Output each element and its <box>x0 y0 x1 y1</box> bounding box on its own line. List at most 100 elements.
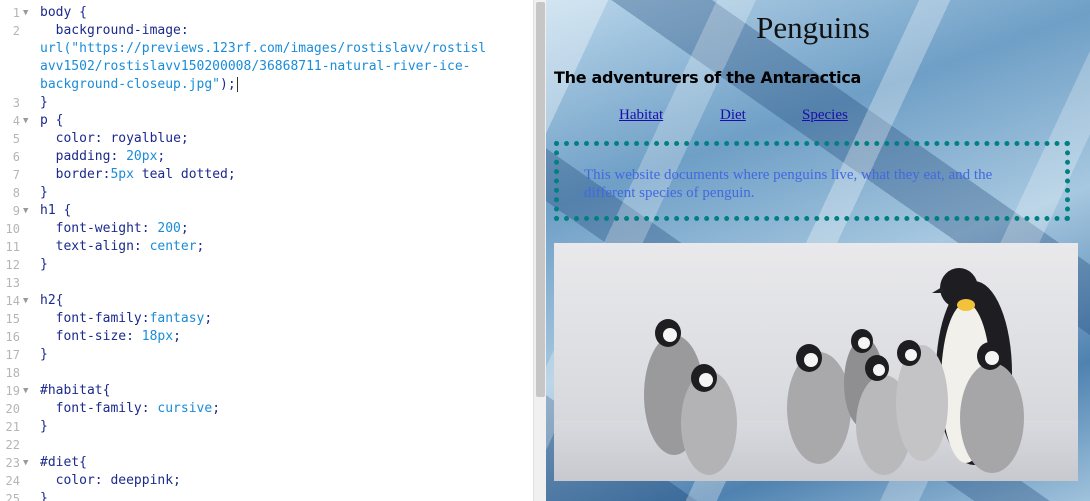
nav-link-habitat[interactable]: Habitat <box>619 107 663 124</box>
code-line[interactable]: 11 text-align: center; <box>0 238 533 256</box>
code-token: center <box>149 239 197 254</box>
line-number: 18 <box>5 366 20 380</box>
code-line[interactable]: 9 ▼ h1 { <box>0 202 533 220</box>
editor-scrollbar[interactable] <box>533 0 547 501</box>
page-title: Penguins <box>756 10 870 45</box>
text-caret <box>236 77 238 92</box>
code-token: text-align: <box>40 239 150 254</box>
code-text: background-image: <box>40 22 189 40</box>
code-token: font-size: <box>40 329 142 344</box>
line-number: 17 <box>5 348 20 362</box>
fold-arrow-icon[interactable]: ▼ <box>23 4 28 22</box>
code-token: background-image: <box>40 23 189 38</box>
code-line[interactable]: 1 ▼ body { <box>0 4 533 22</box>
code-line[interactable]: 2 background-image: <box>0 22 533 40</box>
code-text: } <box>40 256 48 274</box>
code-line[interactable]: 16 font-size: 18px; <box>0 328 533 346</box>
code-token: ; <box>196 239 205 254</box>
code-token: font-family: <box>40 311 150 326</box>
code-token: color: <box>40 131 111 146</box>
code-text: p { <box>40 112 63 130</box>
scrollbar-thumb[interactable] <box>536 2 545 397</box>
code-token: ; <box>157 149 166 164</box>
line-number: 6 <box>12 150 20 164</box>
code-token: 20px <box>126 149 158 164</box>
code-line[interactable]: background-closeup.jpg"); <box>0 76 533 94</box>
line-number: 24 <box>5 474 20 488</box>
code-line[interactable]: 23 ▼ #diet{ <box>0 454 533 472</box>
code-line[interactable]: 13 <box>0 274 533 292</box>
code-line[interactable]: 19 ▼ #habitat{ <box>0 382 533 400</box>
fold-arrow-icon[interactable]: ▼ <box>23 292 28 310</box>
code-token: teal dotted; <box>133 167 236 182</box>
code-text: font-family: cursive; <box>40 400 220 418</box>
line-number: 11 <box>5 240 20 254</box>
css-editor[interactable]: 1 ▼ body {2 background-image: url("https://… <box>0 0 533 501</box>
nav-link-species[interactable]: Species <box>802 107 848 124</box>
code-token: ; <box>180 221 189 236</box>
code-text: border:5px teal dotted; <box>40 166 236 184</box>
code-token: ; <box>204 311 213 326</box>
code-line[interactable]: 10 font-weight: 200; <box>0 220 533 238</box>
code-token: p { <box>40 113 64 128</box>
code-token: font-family: <box>40 401 158 416</box>
line-number: 25 <box>5 492 20 501</box>
code-text: font-weight: 200; <box>40 220 189 238</box>
code-token: } <box>40 257 48 272</box>
code-line[interactable]: 25} <box>0 490 533 501</box>
code-token: 5px <box>110 167 134 182</box>
code-text: avv1502/rostislavv150200008/36868711-nat… <box>40 58 470 76</box>
code-text: #habitat{ <box>40 382 110 400</box>
line-number: 14 <box>5 294 20 308</box>
code-line[interactable]: 21} <box>0 418 533 436</box>
code-token: ; <box>212 401 221 416</box>
line-number: 21 <box>5 420 20 434</box>
code-text: h1 { <box>40 202 71 220</box>
code-line[interactable]: url("https://previews.123rf.com/images/r… <box>0 40 533 58</box>
penguin-illustration <box>644 268 1024 475</box>
code-token: background-closeup.jpg" <box>40 77 221 92</box>
fold-arrow-icon[interactable]: ▼ <box>23 112 28 130</box>
line-number: 3 <box>12 96 20 110</box>
code-token: ; <box>180 131 189 146</box>
code-line[interactable]: 22 <box>0 436 533 454</box>
code-token: #habitat{ <box>40 383 111 398</box>
code-line[interactable]: 15 font-family:fantasy; <box>0 310 533 328</box>
code-line[interactable]: 20 font-family: cursive; <box>0 400 533 418</box>
code-line[interactable]: 4 ▼ p { <box>0 112 533 130</box>
code-text: color: deeppink; <box>40 472 181 490</box>
code-line[interactable]: 12} <box>0 256 533 274</box>
code-token: } <box>40 419 48 434</box>
code-token: url("https://previews.123rf.com/images/r… <box>40 41 487 56</box>
line-number: 8 <box>12 186 20 200</box>
code-line[interactable]: 3} <box>0 94 533 112</box>
line-number: 1 <box>12 6 20 20</box>
code-token: h2{ <box>40 293 64 308</box>
fold-arrow-icon[interactable]: ▼ <box>23 382 28 400</box>
nav-link-diet[interactable]: Diet <box>720 107 746 124</box>
line-number: 5 <box>12 132 20 146</box>
code-line[interactable]: 6 padding: 20px; <box>0 148 533 166</box>
code-line[interactable]: avv1502/rostislavv150200008/36868711-nat… <box>0 58 533 76</box>
code-token: cursive <box>157 401 213 416</box>
line-number: 4 <box>12 114 20 128</box>
line-number: 10 <box>5 222 20 236</box>
code-text: } <box>40 418 48 436</box>
code-line[interactable]: 8} <box>0 184 533 202</box>
code-line[interactable]: 18 <box>0 364 533 382</box>
code-line[interactable]: 14 ▼ h2{ <box>0 292 533 310</box>
code-line[interactable]: 17} <box>0 346 533 364</box>
code-token: border: <box>40 167 111 182</box>
code-token: fantasy <box>149 311 205 326</box>
code-line[interactable]: 7 border:5px teal dotted; <box>0 166 533 184</box>
code-line[interactable]: 24 color: deeppink; <box>0 472 533 490</box>
fold-arrow-icon[interactable]: ▼ <box>23 202 28 220</box>
line-number: 20 <box>5 402 20 416</box>
code-token: 18px <box>141 329 174 344</box>
line-number: 12 <box>5 258 20 272</box>
code-line[interactable]: 5 color: royalblue; <box>0 130 533 148</box>
fold-arrow-icon[interactable]: ▼ <box>23 454 28 472</box>
code-token: body { <box>40 5 87 20</box>
code-text: color: royalblue; <box>40 130 189 148</box>
code-text: body { <box>40 4 87 22</box>
